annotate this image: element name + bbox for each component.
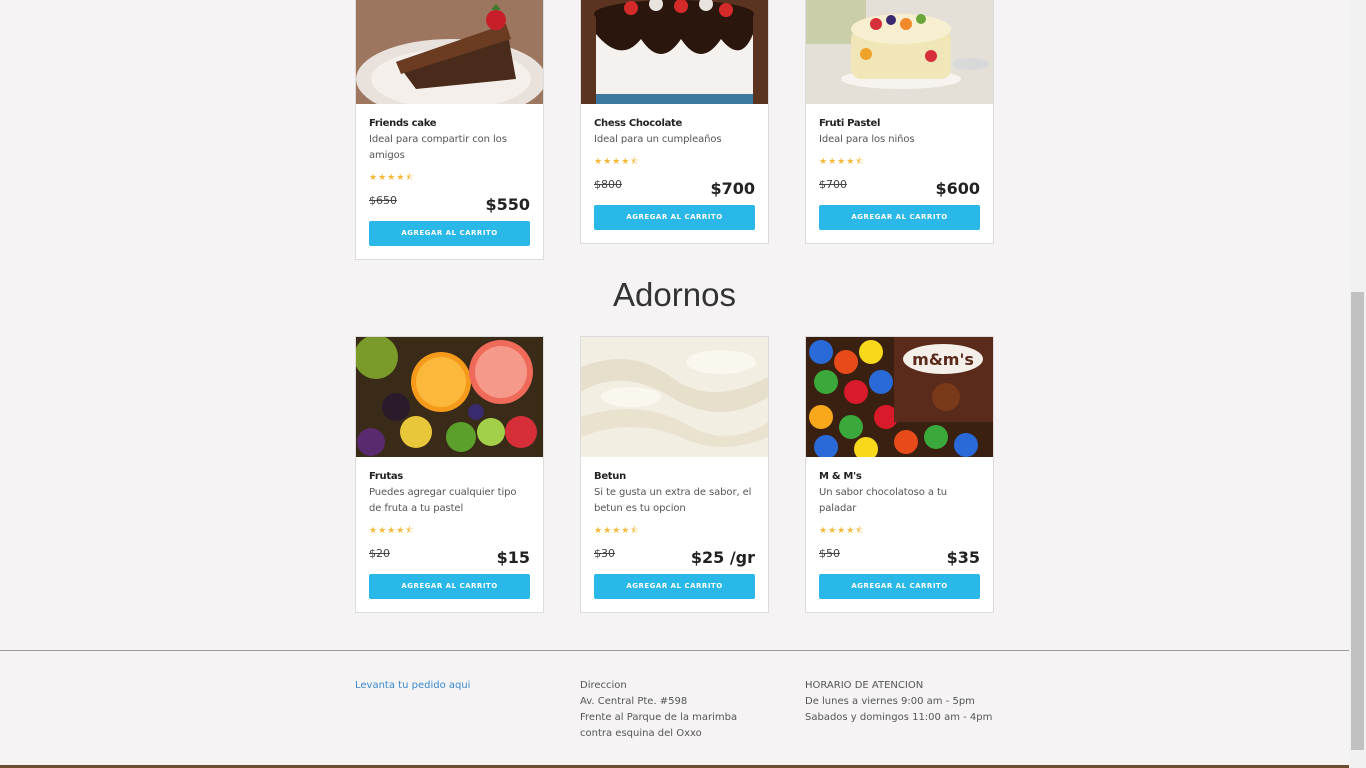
rating-stars-icon: ★★★★⯪	[369, 173, 415, 183]
product-name: Chess Chocolate	[594, 118, 682, 129]
product-card-betun: Betun Si te gusta un extra de sabor, el …	[580, 336, 769, 613]
rating-stars-icon: ★★★★⯪	[819, 157, 865, 167]
current-price: $600	[935, 179, 980, 198]
current-price: $550	[485, 195, 530, 214]
product-description: Un sabor chocolatoso a tu paladar	[819, 487, 948, 514]
product-description: Ideal para los niños	[819, 134, 915, 145]
rating-stars-icon: ★★★★⯪	[594, 526, 640, 536]
add-to-cart-button[interactable]: AGREGAR AL CARRITO	[819, 574, 980, 599]
hours-title: HORARIO DE ATENCION	[805, 680, 924, 691]
fruit-cake-image[interactable]	[806, 0, 993, 104]
current-price: $25 /gr	[690, 548, 755, 567]
page-viewport: Friends cake Ideal para compartir con lo…	[0, 0, 1349, 768]
old-price: $20	[369, 547, 390, 560]
address-line: Frente al Parque de la marimba contra es…	[580, 712, 738, 739]
old-price: $700	[819, 178, 847, 191]
product-description: Puedes agregar cualquier tipo de fruta a…	[369, 487, 517, 514]
rating-stars-icon: ★★★★⯪	[819, 526, 865, 536]
product-name: Friends cake	[369, 118, 437, 129]
product-description: Ideal para un cumpleaños	[594, 134, 722, 145]
mms-candy-image[interactable]: m&m's	[806, 337, 993, 457]
chocolate-strawberry-cake-image[interactable]	[581, 0, 768, 104]
product-name: Betun	[594, 471, 626, 482]
add-to-cart-button[interactable]: AGREGAR AL CARRITO	[369, 221, 530, 246]
address-title: Direccion	[580, 680, 627, 691]
product-card-mms: m&m's M & M's Un sabor chocolatoso a tu …	[805, 336, 994, 613]
footer-hours-column: HORARIO DE ATENCION De lunes a viernes 9…	[805, 678, 1005, 726]
old-price: $30	[594, 547, 615, 560]
svg-text:m&m's: m&m's	[912, 350, 974, 369]
current-price: $15	[496, 548, 530, 567]
product-name: Fruti Pastel	[819, 118, 881, 129]
hours-line: De lunes a viernes 9:00 am - 5pm	[805, 696, 975, 707]
add-to-cart-button[interactable]: AGREGAR AL CARRITO	[594, 574, 755, 599]
product-description: Ideal para compartir con los amigos	[369, 134, 507, 161]
product-name: M & M's	[819, 471, 862, 482]
old-price: $650	[369, 194, 397, 207]
add-to-cart-button[interactable]: AGREGAR AL CARRITO	[594, 205, 755, 230]
old-price: $800	[594, 178, 622, 191]
add-to-cart-button[interactable]: AGREGAR AL CARRITO	[369, 574, 530, 599]
product-card-frutas: Frutas Puedes agregar cualquier tipo de …	[355, 336, 544, 613]
chocolate-cake-slice-image[interactable]	[356, 0, 543, 104]
footer-address-column: Direccion Av. Central Pte. #598 Frente a…	[580, 678, 770, 742]
hours-line: Sabados y domingos 11:00 am - 4pm	[805, 712, 993, 723]
rating-stars-icon: ★★★★⯪	[369, 526, 415, 536]
section-title-adornos: Adornos	[613, 276, 736, 313]
rating-stars-icon: ★★★★⯪	[594, 157, 640, 167]
product-card-chess-chocolate: Chess Chocolate Ideal para un cumpleaños…	[580, 0, 769, 244]
current-price: $700	[710, 179, 755, 198]
current-price: $35	[946, 548, 980, 567]
product-card-fruti-pastel: Fruti Pastel Ideal para los niños ★★★★⯪ …	[805, 0, 994, 244]
add-to-cart-button[interactable]: AGREGAR AL CARRITO	[819, 205, 980, 230]
frosting-image[interactable]	[581, 337, 768, 457]
old-price: $50	[819, 547, 840, 560]
address-line: Av. Central Pte. #598	[580, 696, 688, 707]
product-card-friends-cake: Friends cake Ideal para compartir con lo…	[355, 0, 544, 260]
order-link[interactable]: Levanta tu pedido aqui	[355, 680, 470, 691]
scrollbar-thumb[interactable]	[1351, 292, 1364, 750]
product-name: Frutas	[369, 471, 403, 482]
footer-divider	[0, 650, 1349, 651]
footer-order-column: Levanta tu pedido aqui	[355, 678, 470, 694]
fruits-image[interactable]	[356, 337, 543, 457]
product-description: Si te gusta un extra de sabor, el betun …	[594, 487, 752, 514]
